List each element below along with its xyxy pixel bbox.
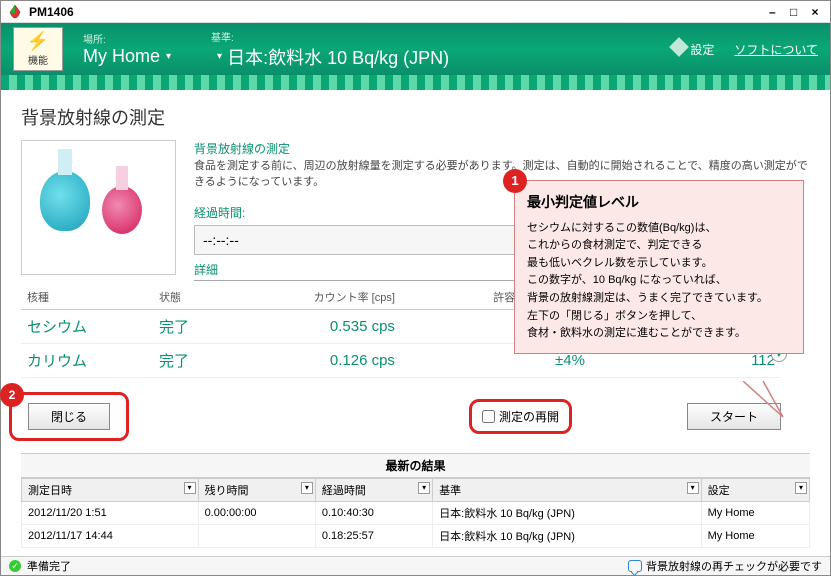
callout-badge-2: 2 xyxy=(0,383,24,407)
header-bar: ⚡ 機能 場所: My Home▾ 基準: ▾ 日本:飲料水 10 Bq/kg … xyxy=(1,23,830,74)
callout-line: これからの食材測定で、判定できる xyxy=(527,237,791,255)
place-dropdown[interactable]: My Home▾ xyxy=(83,46,171,67)
settings-link[interactable]: 設定 xyxy=(672,40,714,58)
status-ok-icon: ✓ xyxy=(9,560,21,572)
callout-line: 左下の「閉じる」ボタンを押して、 xyxy=(527,308,791,326)
cube-icon xyxy=(669,37,689,57)
col-settings[interactable]: 設定▾ xyxy=(701,479,809,502)
resume-checkbox[interactable] xyxy=(482,410,495,423)
info-callout: 1 最小判定値レベル セシウムに対するこの数値(Bq/kg)は、 これからの食材… xyxy=(514,180,804,354)
titlebar: PM1406 – □ × xyxy=(1,1,830,23)
window-title: PM1406 xyxy=(29,5,763,19)
close-window-button[interactable]: × xyxy=(806,5,824,19)
chevron-down-icon[interactable]: ▾ xyxy=(795,482,807,494)
standard-label: 基準: xyxy=(211,29,449,44)
col-date[interactable]: 測定日時▾ xyxy=(22,479,199,502)
chevron-down-icon[interactable]: ▾ xyxy=(301,482,313,494)
chevron-down-icon: ▾ xyxy=(217,51,222,62)
chevron-down-icon[interactable]: ▾ xyxy=(687,482,699,494)
callout-title: 最小判定値レベル xyxy=(527,191,791,213)
callout-line: 最も低いベクレル数を示しています。 xyxy=(527,255,791,273)
subsection-title: 背景放射線の測定 xyxy=(194,140,810,157)
col-state: 状態 xyxy=(153,285,230,310)
chevron-down-icon: ▾ xyxy=(166,51,171,62)
maximize-button[interactable]: □ xyxy=(785,5,803,19)
speech-bubble-icon xyxy=(628,560,642,572)
close-button[interactable]: 閉じる xyxy=(28,403,110,430)
col-remaining[interactable]: 残り時間▾ xyxy=(198,479,315,502)
resume-label: 測定の再開 xyxy=(499,408,559,425)
table-row[interactable]: 2012/11/20 1:510.00:00:000.10:40:30日本:飲料… xyxy=(22,502,810,525)
status-ready: 準備完了 xyxy=(27,558,71,574)
callout-line: 食材・飲料水の測定に進むことができます。 xyxy=(527,325,791,343)
minimize-button[interactable]: – xyxy=(763,5,781,19)
callout-badge-1: 1 xyxy=(503,169,527,193)
bolt-icon: ⚡ xyxy=(27,31,49,52)
app-logo-icon xyxy=(7,4,23,20)
status-message: 背景放射線の再チェックが必要です xyxy=(646,558,822,574)
place-label: 場所: xyxy=(83,31,171,46)
col-nuclide: 核種 xyxy=(21,285,153,310)
function-label: 機能 xyxy=(28,52,48,67)
results-header: 最新の結果 xyxy=(21,453,810,478)
results-grid: 測定日時▾ 残り時間▾ 経過時間▾ 基準▾ 設定▾ 2012/11/20 1:5… xyxy=(21,478,810,548)
close-highlight: 2 閉じる xyxy=(9,392,129,441)
callout-line: この数字が、10 Bq/kg になっていれば、 xyxy=(527,272,791,290)
function-button[interactable]: ⚡ 機能 xyxy=(13,27,63,71)
status-bar: ✓ 準備完了 背景放射線の再チェックが必要です xyxy=(1,556,830,575)
callout-line: 背景の放射線測定は、うまく完了できています。 xyxy=(527,290,791,308)
col-standard[interactable]: 基準▾ xyxy=(433,479,701,502)
illustration-image xyxy=(21,140,176,275)
detail-label: 詳細 xyxy=(194,261,218,278)
chevron-down-icon[interactable]: ▾ xyxy=(184,482,196,494)
table-row[interactable]: 2012/11/17 14:440.18:25:57日本:飲料水 10 Bq/k… xyxy=(22,525,810,548)
callout-line: セシウムに対するこの数値(Bq/kg)は、 xyxy=(527,220,791,238)
resume-highlight: 測定の再開 xyxy=(469,399,572,434)
standard-dropdown[interactable]: ▾ 日本:飲料水 10 Bq/kg (JPN) xyxy=(211,44,449,70)
col-count: カウント率 [cps] xyxy=(230,285,401,310)
col-elapsed[interactable]: 経過時間▾ xyxy=(315,479,432,502)
chevron-down-icon[interactable]: ▾ xyxy=(418,482,430,494)
header-stripes xyxy=(1,75,830,90)
page-title: 背景放射線の測定 xyxy=(21,104,810,130)
about-link[interactable]: ソフトについて xyxy=(734,41,818,58)
